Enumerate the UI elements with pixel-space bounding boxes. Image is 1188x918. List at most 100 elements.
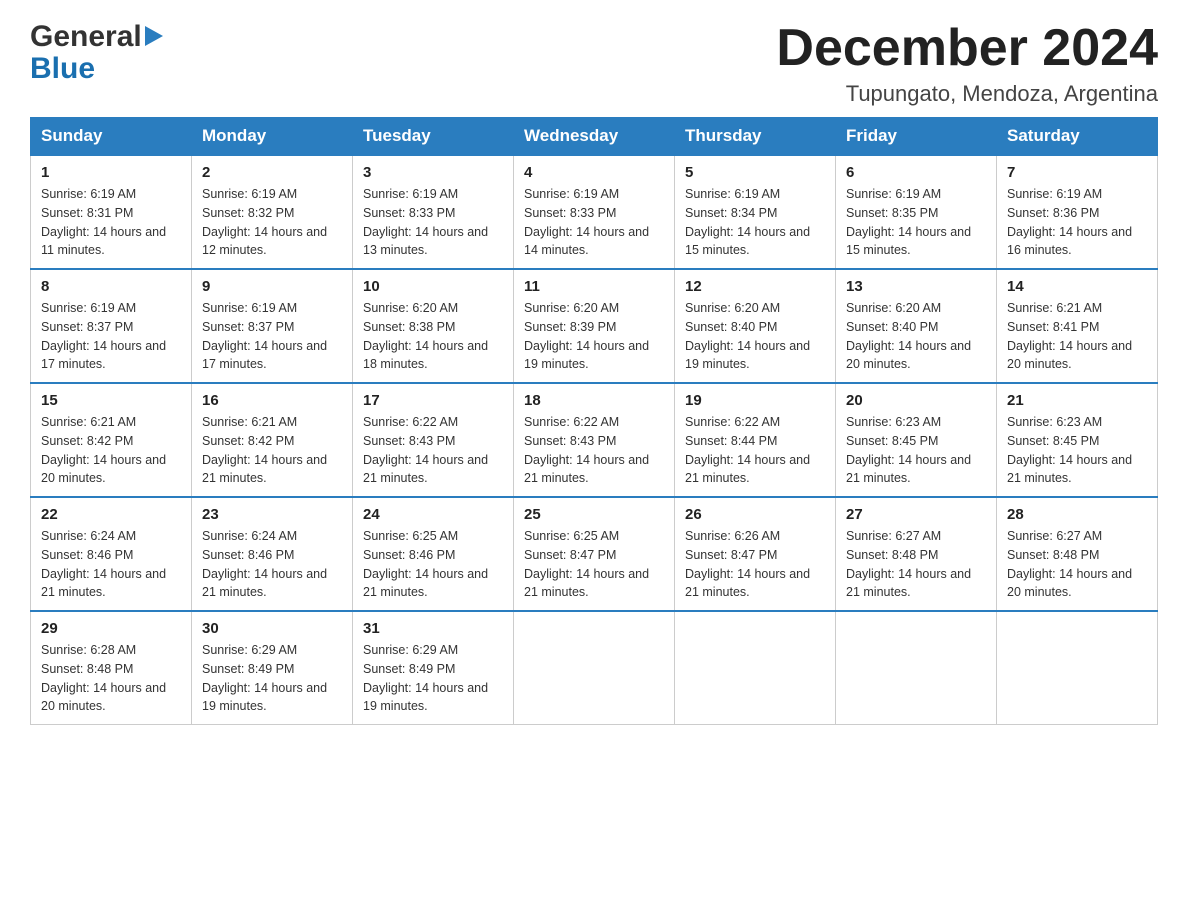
calendar-cell: 15 Sunrise: 6:21 AMSunset: 8:42 PMDaylig… <box>31 383 192 497</box>
calendar-table: SundayMondayTuesdayWednesdayThursdayFrid… <box>30 117 1158 725</box>
day-info: Sunrise: 6:20 AMSunset: 8:39 PMDaylight:… <box>524 301 649 371</box>
day-number: 17 <box>363 392 503 409</box>
day-number: 29 <box>41 620 181 637</box>
day-number: 8 <box>41 278 181 295</box>
calendar-cell: 8 Sunrise: 6:19 AMSunset: 8:37 PMDayligh… <box>31 269 192 383</box>
calendar-cell <box>997 611 1158 725</box>
logo-blue-text: Blue <box>30 52 95 85</box>
day-info: Sunrise: 6:19 AMSunset: 8:37 PMDaylight:… <box>202 301 327 371</box>
day-number: 7 <box>1007 164 1147 181</box>
day-info: Sunrise: 6:25 AMSunset: 8:46 PMDaylight:… <box>363 529 488 599</box>
day-info: Sunrise: 6:22 AMSunset: 8:44 PMDaylight:… <box>685 415 810 485</box>
day-number: 28 <box>1007 506 1147 523</box>
day-info: Sunrise: 6:21 AMSunset: 8:42 PMDaylight:… <box>41 415 166 485</box>
calendar-cell <box>675 611 836 725</box>
day-number: 27 <box>846 506 986 523</box>
day-number: 19 <box>685 392 825 409</box>
day-number: 22 <box>41 506 181 523</box>
calendar-cell: 11 Sunrise: 6:20 AMSunset: 8:39 PMDaylig… <box>514 269 675 383</box>
day-number: 6 <box>846 164 986 181</box>
day-number: 9 <box>202 278 342 295</box>
calendar-week-row: 22 Sunrise: 6:24 AMSunset: 8:46 PMDaylig… <box>31 497 1158 611</box>
calendar-week-row: 29 Sunrise: 6:28 AMSunset: 8:48 PMDaylig… <box>31 611 1158 725</box>
calendar-cell: 26 Sunrise: 6:26 AMSunset: 8:47 PMDaylig… <box>675 497 836 611</box>
calendar-cell: 28 Sunrise: 6:27 AMSunset: 8:48 PMDaylig… <box>997 497 1158 611</box>
calendar-cell: 5 Sunrise: 6:19 AMSunset: 8:34 PMDayligh… <box>675 155 836 269</box>
calendar-cell: 31 Sunrise: 6:29 AMSunset: 8:49 PMDaylig… <box>353 611 514 725</box>
calendar-day-header: Sunday <box>31 118 192 156</box>
subtitle: Tupungato, Mendoza, Argentina <box>776 81 1158 107</box>
day-info: Sunrise: 6:26 AMSunset: 8:47 PMDaylight:… <box>685 529 810 599</box>
calendar-cell: 29 Sunrise: 6:28 AMSunset: 8:48 PMDaylig… <box>31 611 192 725</box>
day-info: Sunrise: 6:22 AMSunset: 8:43 PMDaylight:… <box>524 415 649 485</box>
day-number: 26 <box>685 506 825 523</box>
calendar-cell <box>514 611 675 725</box>
day-number: 10 <box>363 278 503 295</box>
day-number: 31 <box>363 620 503 637</box>
day-number: 11 <box>524 278 664 295</box>
calendar-day-header: Thursday <box>675 118 836 156</box>
day-info: Sunrise: 6:23 AMSunset: 8:45 PMDaylight:… <box>1007 415 1132 485</box>
day-number: 24 <box>363 506 503 523</box>
day-info: Sunrise: 6:20 AMSunset: 8:40 PMDaylight:… <box>846 301 971 371</box>
calendar-cell: 7 Sunrise: 6:19 AMSunset: 8:36 PMDayligh… <box>997 155 1158 269</box>
day-number: 30 <box>202 620 342 637</box>
day-number: 25 <box>524 506 664 523</box>
day-info: Sunrise: 6:20 AMSunset: 8:40 PMDaylight:… <box>685 301 810 371</box>
day-number: 5 <box>685 164 825 181</box>
logo: General Blue <box>30 20 163 86</box>
day-number: 14 <box>1007 278 1147 295</box>
calendar-day-header: Monday <box>192 118 353 156</box>
calendar-cell: 21 Sunrise: 6:23 AMSunset: 8:45 PMDaylig… <box>997 383 1158 497</box>
day-number: 3 <box>363 164 503 181</box>
day-number: 15 <box>41 392 181 409</box>
calendar-cell: 1 Sunrise: 6:19 AMSunset: 8:31 PMDayligh… <box>31 155 192 269</box>
calendar-cell: 3 Sunrise: 6:19 AMSunset: 8:33 PMDayligh… <box>353 155 514 269</box>
calendar-cell: 24 Sunrise: 6:25 AMSunset: 8:46 PMDaylig… <box>353 497 514 611</box>
calendar-cell: 25 Sunrise: 6:25 AMSunset: 8:47 PMDaylig… <box>514 497 675 611</box>
calendar-week-row: 15 Sunrise: 6:21 AMSunset: 8:42 PMDaylig… <box>31 383 1158 497</box>
calendar-cell: 10 Sunrise: 6:20 AMSunset: 8:38 PMDaylig… <box>353 269 514 383</box>
logo-general-text: General <box>30 20 142 54</box>
day-info: Sunrise: 6:28 AMSunset: 8:48 PMDaylight:… <box>41 643 166 713</box>
calendar-cell: 2 Sunrise: 6:19 AMSunset: 8:32 PMDayligh… <box>192 155 353 269</box>
calendar-week-row: 1 Sunrise: 6:19 AMSunset: 8:31 PMDayligh… <box>31 155 1158 269</box>
calendar-day-header: Wednesday <box>514 118 675 156</box>
day-info: Sunrise: 6:19 AMSunset: 8:33 PMDaylight:… <box>524 187 649 257</box>
day-number: 21 <box>1007 392 1147 409</box>
calendar-cell: 16 Sunrise: 6:21 AMSunset: 8:42 PMDaylig… <box>192 383 353 497</box>
calendar-day-header: Saturday <box>997 118 1158 156</box>
calendar-cell <box>836 611 997 725</box>
day-info: Sunrise: 6:24 AMSunset: 8:46 PMDaylight:… <box>41 529 166 599</box>
calendar-day-header: Friday <box>836 118 997 156</box>
calendar-cell: 13 Sunrise: 6:20 AMSunset: 8:40 PMDaylig… <box>836 269 997 383</box>
calendar-cell: 27 Sunrise: 6:27 AMSunset: 8:48 PMDaylig… <box>836 497 997 611</box>
day-info: Sunrise: 6:19 AMSunset: 8:33 PMDaylight:… <box>363 187 488 257</box>
day-number: 23 <box>202 506 342 523</box>
day-number: 12 <box>685 278 825 295</box>
day-number: 4 <box>524 164 664 181</box>
day-info: Sunrise: 6:24 AMSunset: 8:46 PMDaylight:… <box>202 529 327 599</box>
calendar-cell: 20 Sunrise: 6:23 AMSunset: 8:45 PMDaylig… <box>836 383 997 497</box>
day-info: Sunrise: 6:23 AMSunset: 8:45 PMDaylight:… <box>846 415 971 485</box>
calendar-cell: 6 Sunrise: 6:19 AMSunset: 8:35 PMDayligh… <box>836 155 997 269</box>
day-info: Sunrise: 6:19 AMSunset: 8:32 PMDaylight:… <box>202 187 327 257</box>
day-info: Sunrise: 6:19 AMSunset: 8:34 PMDaylight:… <box>685 187 810 257</box>
day-number: 18 <box>524 392 664 409</box>
calendar-cell: 30 Sunrise: 6:29 AMSunset: 8:49 PMDaylig… <box>192 611 353 725</box>
day-number: 1 <box>41 164 181 181</box>
page-title: December 2024 <box>776 20 1158 77</box>
calendar-cell: 4 Sunrise: 6:19 AMSunset: 8:33 PMDayligh… <box>514 155 675 269</box>
day-number: 2 <box>202 164 342 181</box>
day-info: Sunrise: 6:19 AMSunset: 8:31 PMDaylight:… <box>41 187 166 257</box>
calendar-cell: 17 Sunrise: 6:22 AMSunset: 8:43 PMDaylig… <box>353 383 514 497</box>
title-area: December 2024 Tupungato, Mendoza, Argent… <box>776 20 1158 107</box>
calendar-cell: 14 Sunrise: 6:21 AMSunset: 8:41 PMDaylig… <box>997 269 1158 383</box>
day-info: Sunrise: 6:20 AMSunset: 8:38 PMDaylight:… <box>363 301 488 371</box>
day-number: 20 <box>846 392 986 409</box>
day-info: Sunrise: 6:22 AMSunset: 8:43 PMDaylight:… <box>363 415 488 485</box>
calendar-cell: 12 Sunrise: 6:20 AMSunset: 8:40 PMDaylig… <box>675 269 836 383</box>
calendar-cell: 18 Sunrise: 6:22 AMSunset: 8:43 PMDaylig… <box>514 383 675 497</box>
page-header: General Blue December 2024 Tupungato, Me… <box>30 20 1158 107</box>
calendar-cell: 23 Sunrise: 6:24 AMSunset: 8:46 PMDaylig… <box>192 497 353 611</box>
